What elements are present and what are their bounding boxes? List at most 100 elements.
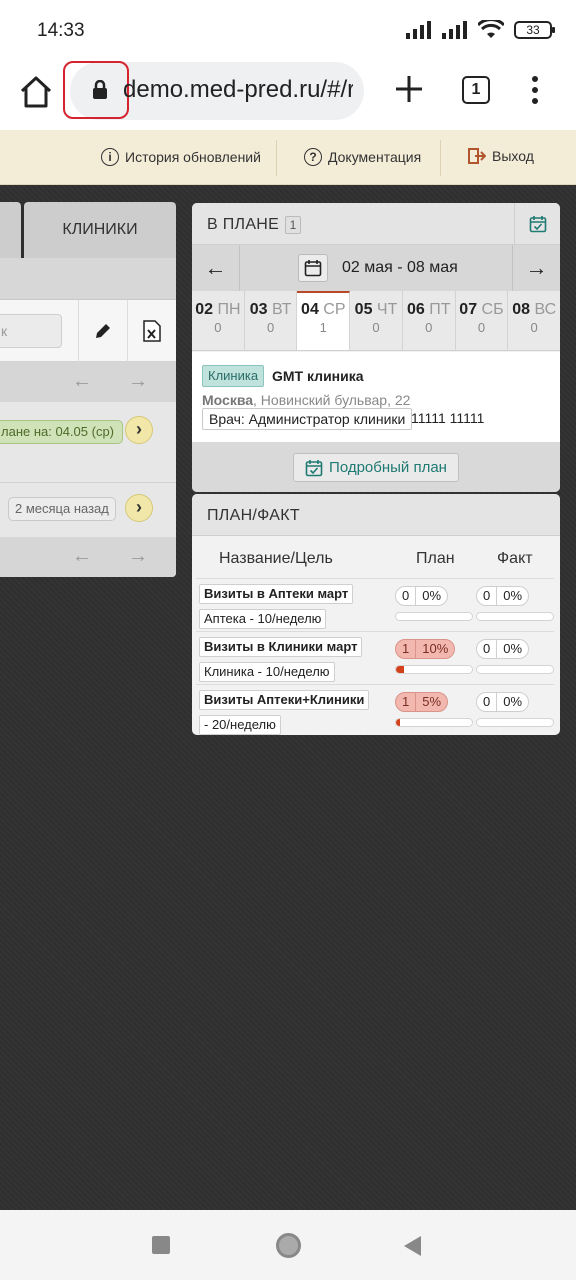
date-range: 02 мая - 08 мая bbox=[342, 259, 458, 276]
header-divider bbox=[440, 140, 441, 176]
day-number: 03 bbox=[249, 301, 268, 318]
goal-target: Клиника - 10/неделю bbox=[199, 662, 335, 682]
day-number: 04 bbox=[301, 301, 319, 318]
fact-count: 0 bbox=[483, 588, 491, 603]
arrow-left-icon[interactable]: ← bbox=[72, 545, 92, 568]
tab-previous[interactable] bbox=[0, 202, 21, 258]
plan-value-pill: 1 5% bbox=[395, 692, 449, 712]
day-number: 02 bbox=[195, 301, 213, 318]
pagination-bar: ← → bbox=[0, 537, 176, 577]
arrow-right-icon[interactable]: → bbox=[128, 545, 148, 568]
visit-street: , Новинский бульвар, 22 bbox=[253, 392, 411, 408]
main-content: КЛИНИКИ к ← → лане на: 04.05 (ср) › 2 ме… bbox=[0, 185, 576, 1210]
arrow-left-icon[interactable]: ← bbox=[72, 370, 92, 393]
list-item[interactable]: 2 месяца назад › bbox=[0, 482, 176, 537]
last-visit-badge: 2 месяца назад bbox=[8, 497, 116, 521]
system-nav-bar bbox=[0, 1210, 576, 1280]
next-week-button[interactable]: → bbox=[512, 245, 560, 291]
day-tab-02[interactable]: 02 ПН 0 bbox=[192, 291, 245, 350]
plan-footer: Подробный план bbox=[192, 442, 560, 492]
list-item[interactable]: лане на: 04.05 (ср) › bbox=[0, 402, 176, 482]
col-plan-header: План bbox=[416, 550, 455, 567]
calendar-check-button[interactable] bbox=[514, 203, 560, 245]
plan-date-badge: лане на: 04.05 (ср) bbox=[0, 420, 124, 444]
col-fact-header: Факт bbox=[497, 550, 533, 567]
url-text[interactable]: demo.med-pred.ru/#/r bbox=[123, 76, 353, 104]
header-divider bbox=[276, 140, 277, 176]
chevron-right-icon[interactable]: › bbox=[125, 494, 153, 522]
day-tab-03[interactable]: 03 ВТ 0 bbox=[244, 291, 298, 350]
in-plan-panel: В плане 1 ← 02 мая - 08 мая → 02 ПН 0 03 ВТ… bbox=[192, 203, 560, 492]
tab-switcher-button[interactable]: 1 bbox=[462, 76, 490, 104]
in-plan-title: В плане bbox=[207, 216, 280, 233]
visit-org-name: GMT клиника bbox=[272, 368, 364, 384]
recent-apps-icon[interactable] bbox=[152, 1236, 170, 1254]
logout-icon bbox=[468, 148, 486, 164]
day-name: ПТ bbox=[429, 301, 451, 318]
arrow-left-icon: ← bbox=[204, 255, 227, 280]
fact-value-pill: 0 0% bbox=[476, 692, 530, 712]
day-count: 0 bbox=[372, 320, 380, 335]
visit-card[interactable]: Клиника GMT клиника Москва, Новинский бу… bbox=[192, 352, 560, 442]
updates-history-link[interactable]: i История обновлений bbox=[101, 148, 261, 166]
fact-count: 0 bbox=[483, 694, 491, 709]
day-tab-05[interactable]: 05 ЧТ 0 bbox=[350, 291, 403, 350]
calendar-check-icon bbox=[305, 459, 323, 476]
day-count: 0 bbox=[530, 320, 538, 335]
table-row[interactable]: Визиты Аптеки+Клиники - 20/неделю 1 5% 0 0% bbox=[196, 684, 554, 735]
back-icon[interactable] bbox=[402, 1235, 422, 1257]
arrow-right-icon[interactable]: → bbox=[128, 370, 148, 393]
home-icon[interactable] bbox=[18, 74, 54, 110]
plan-value-pill: 0 0% bbox=[395, 586, 449, 606]
search-input[interactable]: к bbox=[0, 314, 62, 348]
table-row[interactable]: Визиты в Клиники март Клиника - 10/неделю… bbox=[196, 631, 554, 684]
fact-value-pill: 0 0% bbox=[476, 639, 530, 659]
logout-label: Выход bbox=[492, 148, 534, 164]
day-name: ВТ bbox=[272, 301, 292, 318]
prev-week-button[interactable]: ← bbox=[192, 245, 240, 291]
tab-clinics[interactable]: КЛИНИКИ bbox=[24, 202, 176, 258]
calendar-check-icon bbox=[529, 216, 546, 233]
day-tab-07[interactable]: 07 СБ 0 bbox=[455, 291, 509, 350]
arrow-right-icon: → bbox=[525, 255, 548, 280]
plan-progress-bar bbox=[395, 612, 473, 621]
panel-subheader bbox=[0, 258, 176, 300]
pagination-bar: ← → bbox=[0, 362, 176, 402]
day-tab-06[interactable]: 06 ПТ 0 bbox=[402, 291, 456, 350]
plan-count: 1 bbox=[402, 641, 410, 656]
logout-link[interactable]: Выход bbox=[468, 148, 534, 164]
date-picker-button[interactable] bbox=[298, 254, 328, 282]
status-bar: 14:33 33 bbox=[0, 0, 576, 60]
browser-toolbar: demo.med-pred.ru/#/r 1 bbox=[0, 60, 576, 130]
lock-icon[interactable] bbox=[92, 80, 108, 100]
home-nav-icon[interactable] bbox=[275, 1232, 302, 1259]
day-name: ЧТ bbox=[376, 301, 398, 318]
more-menu-icon[interactable] bbox=[526, 74, 544, 106]
day-number: 05 bbox=[354, 301, 373, 318]
day-tab-04[interactable]: 04 СР 1 bbox=[297, 291, 351, 350]
visit-address: Москва, Новинский бульвар, 22 bbox=[202, 392, 410, 408]
goal-name: Визиты в Аптеки март bbox=[199, 584, 354, 604]
edit-button[interactable] bbox=[78, 300, 126, 362]
plan-percent: 10% bbox=[415, 640, 454, 658]
signal-icon bbox=[406, 21, 431, 39]
day-number: 07 bbox=[459, 301, 478, 318]
day-tab-08[interactable]: 08 ВС 0 bbox=[508, 291, 560, 350]
panel-toolbar: к bbox=[0, 300, 176, 362]
plan-percent: 5% bbox=[415, 693, 447, 711]
panel-header: План/факт bbox=[192, 494, 560, 536]
chevron-right-icon[interactable]: › bbox=[125, 416, 153, 444]
status-icons: 33 bbox=[406, 20, 555, 40]
new-tab-icon[interactable] bbox=[392, 72, 426, 106]
clinics-panel: КЛИНИКИ к ← → лане на: 04.05 (ср) › 2 ме… bbox=[0, 202, 176, 577]
table-row[interactable]: Визиты в Аптеки март Аптека - 10/неделю 0 0… bbox=[196, 578, 554, 631]
goal-target: - 20/неделю bbox=[199, 715, 281, 735]
detailed-plan-label: Подробный план bbox=[329, 459, 447, 476]
fact-value-pill: 0 0% bbox=[476, 586, 530, 606]
status-time: 14:33 bbox=[37, 20, 85, 41]
excel-export-button[interactable] bbox=[127, 300, 176, 362]
documentation-link[interactable]: ? Документация bbox=[304, 148, 421, 166]
detailed-plan-button[interactable]: Подробный план bbox=[293, 453, 459, 482]
plan-count-badge: 1 bbox=[285, 216, 302, 234]
day-count: 0 bbox=[425, 320, 433, 335]
